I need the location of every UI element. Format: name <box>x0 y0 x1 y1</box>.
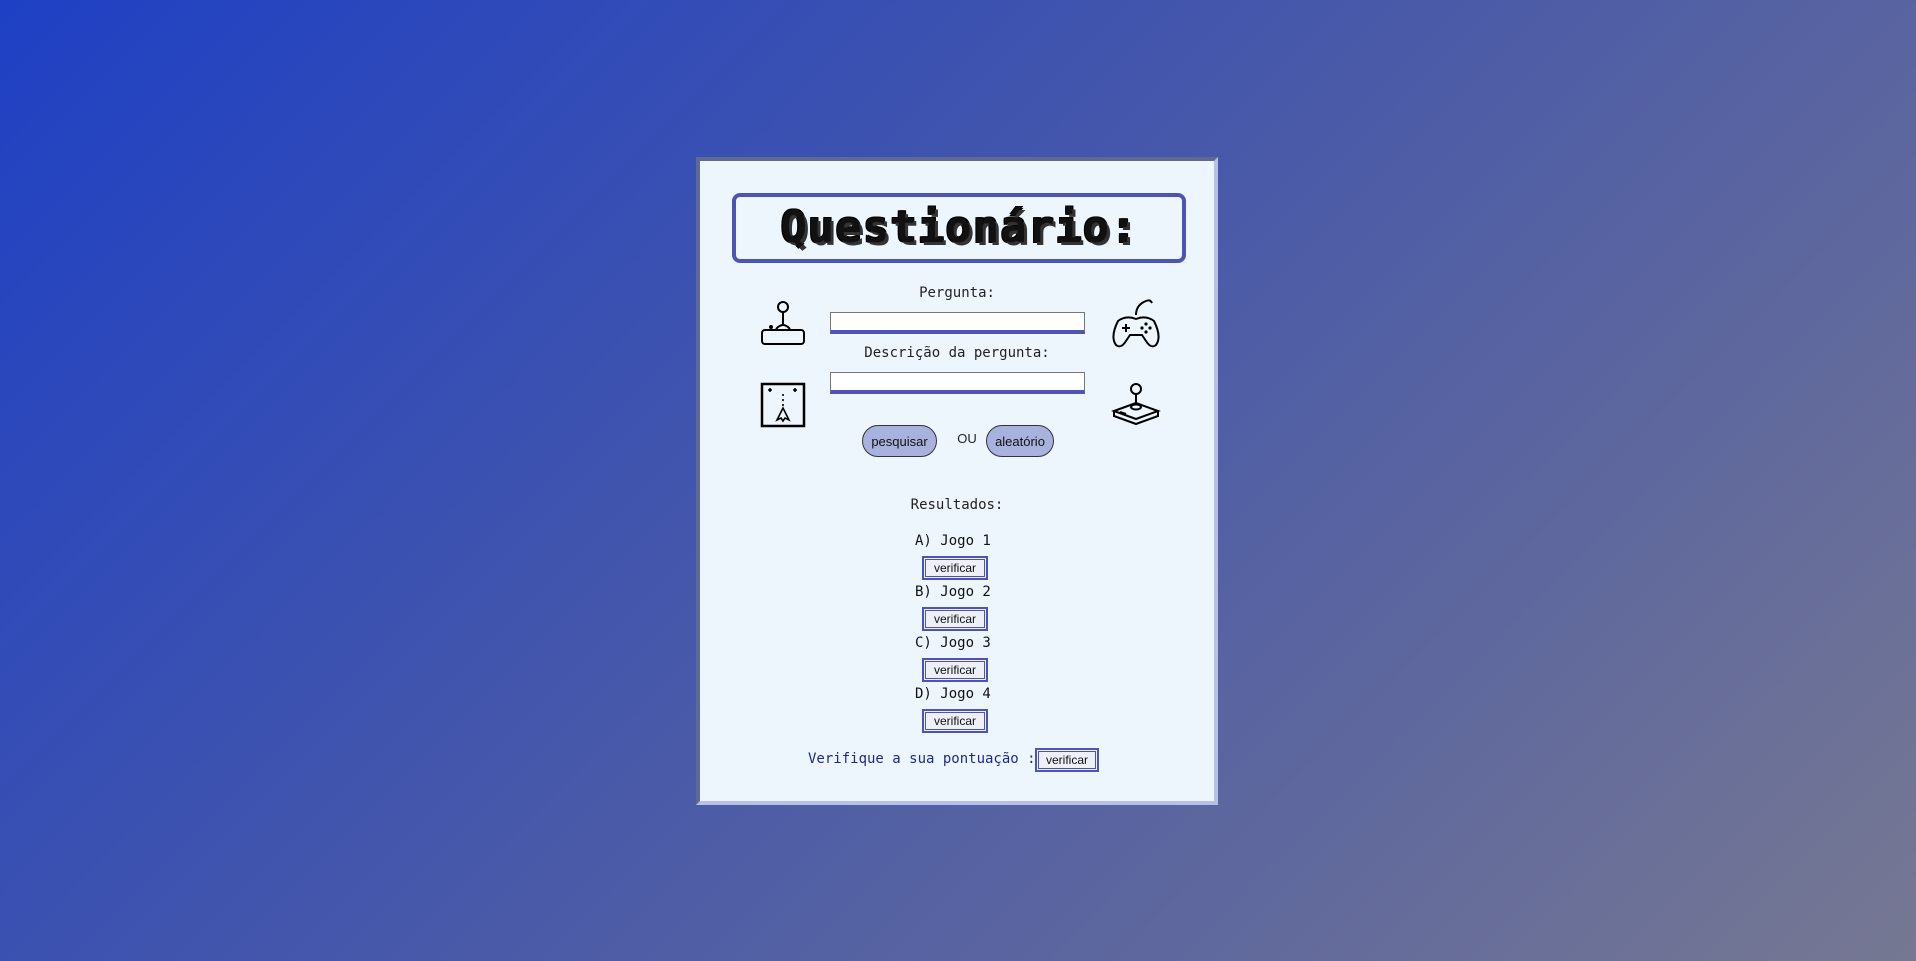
answer-label-b: B) Jogo 2 <box>915 584 991 600</box>
answer-label-d: D) Jogo 4 <box>915 686 991 702</box>
page-title: Questionário: <box>780 202 1138 253</box>
verify-score-button[interactable]: verificar <box>1035 748 1099 772</box>
question-label: Pergunta: <box>919 285 995 301</box>
verify-button-d[interactable]: verificar <box>922 709 988 733</box>
description-input[interactable] <box>830 372 1085 394</box>
answer-label-c: C) Jogo 3 <box>915 635 991 651</box>
question-input[interactable] <box>830 312 1085 334</box>
verify-button-a[interactable]: verificar <box>922 556 988 580</box>
search-button[interactable]: pesquisar <box>862 425 937 457</box>
results-label: Resultados: <box>910 497 1004 513</box>
description-label: Descrição da pergunta: <box>864 345 1050 361</box>
verify-button-b[interactable]: verificar <box>922 607 988 631</box>
title-box: Questionário: <box>732 193 1186 263</box>
random-button[interactable]: aleatório <box>986 425 1054 457</box>
space-invader-screen-icon <box>760 382 806 428</box>
score-label: Verifique a sua pontuação : <box>808 751 1036 767</box>
answer-label-a: A) Jogo 1 <box>915 533 991 549</box>
joystick-arcade-icon <box>761 301 805 345</box>
verify-button-c[interactable]: verificar <box>922 658 988 682</box>
quiz-card: Questionário: Pergunta: Descrição da per… <box>696 157 1218 805</box>
or-separator: OU <box>957 431 977 446</box>
joystick-base-icon <box>1111 383 1161 426</box>
